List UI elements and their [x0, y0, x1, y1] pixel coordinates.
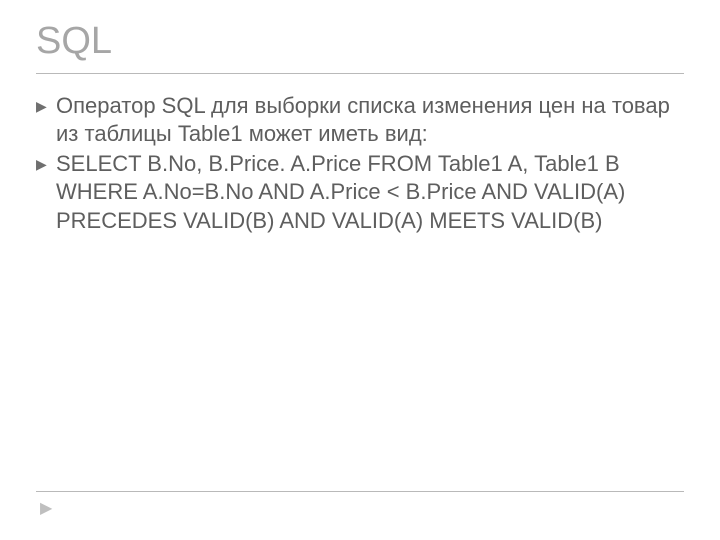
footer-divider: [36, 491, 684, 492]
footer-bullet-icon: ▶: [40, 498, 52, 518]
body-content: ▶ Оператор SQL для выборки списка измене…: [36, 92, 684, 235]
slide: SQL ▶ Оператор SQL для выборки списка из…: [0, 0, 720, 540]
slide-title: SQL: [36, 20, 684, 74]
list-item-text: SELECT B.No, B.Price. A.Price FROM Table…: [56, 150, 684, 234]
bullet-icon: ▶: [36, 150, 56, 234]
list-item: ▶ Оператор SQL для выборки списка измене…: [36, 92, 684, 148]
list-item-text: Оператор SQL для выборки списка изменени…: [56, 92, 684, 148]
list-item: ▶ SELECT B.No, B.Price. A.Price FROM Tab…: [36, 150, 684, 234]
bullet-icon: ▶: [36, 92, 56, 148]
